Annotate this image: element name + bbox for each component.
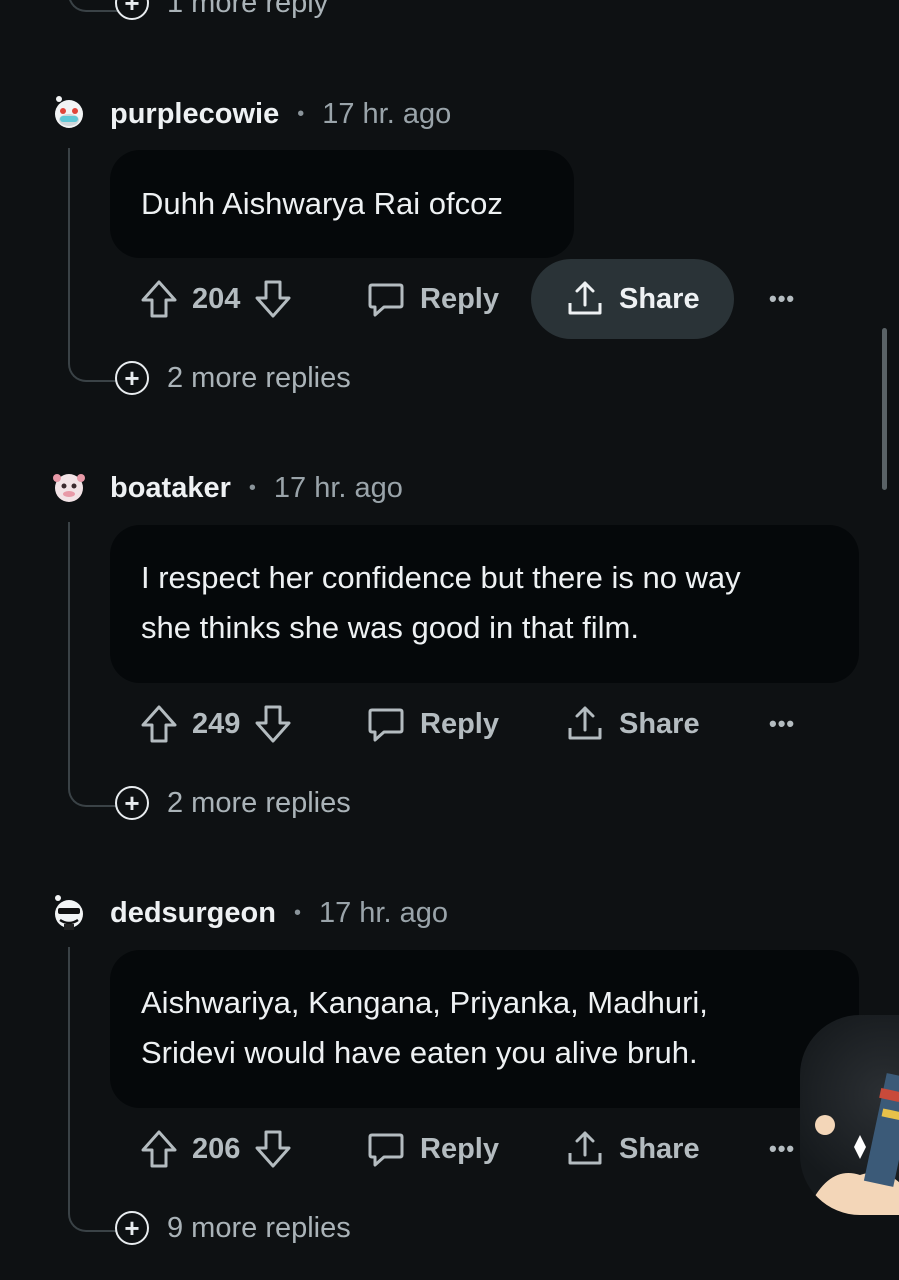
reply-label: Reply — [420, 707, 499, 740]
reply-button[interactable]: Reply — [366, 684, 499, 764]
comment-body: I respect her confidence but there is no… — [110, 525, 859, 683]
thread-line[interactable] — [68, 947, 70, 1209]
ellipsis-icon[interactable]: ••• — [769, 684, 795, 764]
more-replies-label: 9 more replies — [167, 1211, 351, 1244]
vote-group: 206 — [140, 1109, 292, 1189]
reply-label: Reply — [420, 282, 499, 315]
comment-text-line: Sridevi would have eaten you alive bruh. — [141, 1035, 698, 1070]
share-label: Share — [619, 1132, 700, 1165]
thread-line[interactable] — [68, 148, 70, 360]
separator-dot: • — [293, 901, 301, 924]
thread-line[interactable] — [68, 522, 70, 784]
share-label: Share — [619, 707, 700, 740]
more-replies-label: 2 more replies — [167, 361, 351, 394]
upvote-icon[interactable] — [140, 279, 178, 319]
plus-circle-icon: + — [115, 786, 149, 820]
downvote-icon[interactable] — [254, 1129, 292, 1169]
thread-connector — [68, 358, 118, 382]
thread-connector — [68, 0, 118, 12]
reply-label: Reply — [420, 1132, 499, 1165]
comment-text-line: she thinks she was good in that film. — [141, 610, 639, 645]
share-label: Share — [619, 282, 700, 315]
downvote-icon[interactable] — [254, 704, 292, 744]
comment-header: purplecowie • 17 hr. ago — [110, 95, 451, 133]
thread-connector — [68, 783, 118, 807]
downvote-icon[interactable] — [254, 279, 292, 319]
reply-button[interactable]: Reply — [366, 259, 499, 339]
plus-circle-icon: + — [115, 0, 149, 20]
username[interactable]: boataker — [110, 472, 231, 505]
share-button[interactable]: Share — [531, 259, 734, 339]
more-replies-button[interactable]: + 9 more replies — [115, 1211, 351, 1245]
thread-connector — [68, 1208, 118, 1232]
scrollbar[interactable] — [882, 328, 887, 490]
comment-body: Aishwariya, Kangana, Priyanka, Madhuri, … — [110, 950, 859, 1108]
more-replies-label: 1 more reply — [167, 0, 329, 19]
timestamp: 17 hr. ago — [322, 97, 452, 130]
share-upload-icon — [568, 1131, 602, 1165]
share-button[interactable]: Share — [565, 684, 700, 764]
avatar[interactable] — [50, 468, 88, 506]
upvote-icon[interactable] — [140, 1129, 178, 1169]
share-button[interactable]: Share — [565, 1109, 700, 1189]
vote-count: 206 — [192, 1132, 241, 1165]
upvote-icon[interactable] — [140, 704, 178, 744]
share-upload-icon — [568, 706, 602, 740]
more-replies-label: 2 more replies — [167, 786, 351, 819]
comment-bubble-icon — [368, 1133, 404, 1167]
vote-group: 204 — [140, 259, 292, 339]
comment-body: Duhh Aishwarya Rai ofcoz — [110, 150, 574, 258]
reply-button[interactable]: Reply — [366, 1109, 499, 1189]
timestamp: 17 hr. ago — [273, 471, 403, 504]
vote-count: 249 — [192, 707, 241, 740]
comment-actions: 206 Reply Share ••• — [110, 1109, 830, 1189]
comment-header: dedsurgeon • 17 hr. ago — [110, 894, 448, 932]
avatar[interactable] — [50, 893, 88, 931]
username[interactable]: dedsurgeon — [110, 897, 276, 930]
share-upload-icon — [568, 281, 602, 315]
separator-dot: • — [248, 476, 256, 499]
comment-bubble-icon — [368, 708, 404, 742]
comment-text-line: Aishwariya, Kangana, Priyanka, Madhuri, — [141, 985, 708, 1020]
vote-group: 249 — [140, 684, 292, 764]
separator-dot: • — [297, 102, 305, 125]
comment-text-line: Duhh Aishwarya Rai ofcoz — [141, 186, 503, 221]
timestamp: 17 hr. ago — [318, 896, 448, 929]
more-replies-button[interactable]: + 2 more replies — [115, 361, 351, 395]
vote-count: 204 — [192, 282, 241, 315]
comment-header: boataker • 17 hr. ago — [110, 469, 403, 507]
ellipsis-icon[interactable]: ••• — [769, 1109, 795, 1189]
comment-text-line: I respect her confidence but there is no… — [141, 560, 741, 595]
plus-circle-icon: + — [115, 361, 149, 395]
avatar[interactable] — [50, 94, 88, 132]
ellipsis-icon[interactable]: ••• — [769, 259, 795, 339]
comment-actions: 204 Reply Share ••• — [110, 259, 830, 339]
more-replies-button[interactable]: + 1 more reply — [115, 0, 328, 20]
comment-actions: 249 Reply Share ••• — [110, 684, 830, 764]
more-replies-button[interactable]: + 2 more replies — [115, 786, 351, 820]
plus-circle-icon: + — [115, 1211, 149, 1245]
comment-bubble-icon — [368, 283, 404, 317]
username[interactable]: purplecowie — [110, 98, 279, 131]
